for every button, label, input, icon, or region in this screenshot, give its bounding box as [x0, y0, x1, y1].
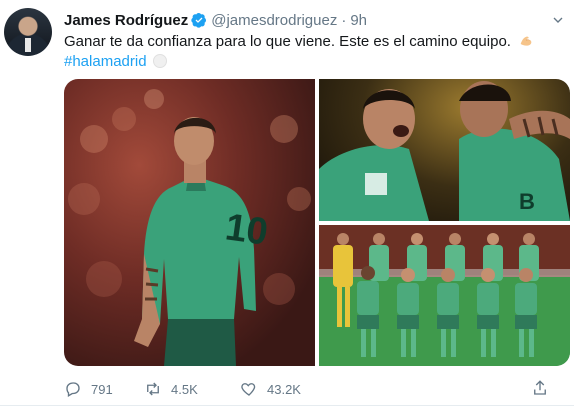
tweet-actions: 791 4.5K 43.2K [64, 378, 336, 400]
hashtag-link[interactable]: #halamadrid [64, 53, 147, 70]
separator-dot: · [341, 11, 347, 29]
retweet-icon [147, 382, 159, 396]
verified-badge-icon [191, 13, 207, 28]
author-handle[interactable]: @jamesdrodriguez [211, 12, 337, 29]
reply-icon [66, 382, 80, 397]
flexed-biceps-icon [520, 36, 532, 46]
media-grid: 10 B [64, 79, 570, 366]
player-back-illustration: 10 [68, 89, 311, 366]
tweet[interactable]: James Rodríguez @jamesdrodriguez · 9h Ga… [0, 0, 574, 406]
retweet-button[interactable]: 4.5K [144, 380, 240, 398]
team-celebration-photo[interactable]: B [319, 79, 570, 221]
chevron-down-icon[interactable] [550, 12, 566, 28]
real-madrid-crest-icon [152, 54, 167, 68]
tweet-text: Ganar te da confianza para lo que viene.… [64, 32, 564, 72]
reply-count: 791 [91, 381, 113, 397]
like-count: 43.2K [267, 381, 301, 397]
player-back-photo[interactable]: 10 [64, 79, 315, 366]
like-button[interactable]: 43.2K [240, 380, 336, 398]
celebration-illustration: B [319, 81, 570, 221]
author-name[interactable]: James Rodríguez [64, 12, 188, 29]
svg-text:10: 10 [223, 206, 271, 253]
svg-text:B: B [519, 189, 535, 214]
team-lineup-photo[interactable] [319, 225, 570, 366]
tweet-timestamp[interactable]: 9h [350, 12, 367, 29]
reply-button[interactable]: 791 [64, 380, 144, 398]
lineup-illustration [319, 225, 570, 366]
avatar[interactable] [4, 8, 52, 56]
share-icon[interactable] [531, 379, 549, 397]
tweet-header: James Rodríguez @jamesdrodriguez · 9h [64, 10, 367, 30]
retweet-count: 4.5K [171, 381, 198, 397]
heart-icon [241, 383, 256, 396]
avatar-shirt [25, 38, 31, 52]
tweet-body: Ganar te da confianza para lo que viene.… [64, 33, 511, 50]
